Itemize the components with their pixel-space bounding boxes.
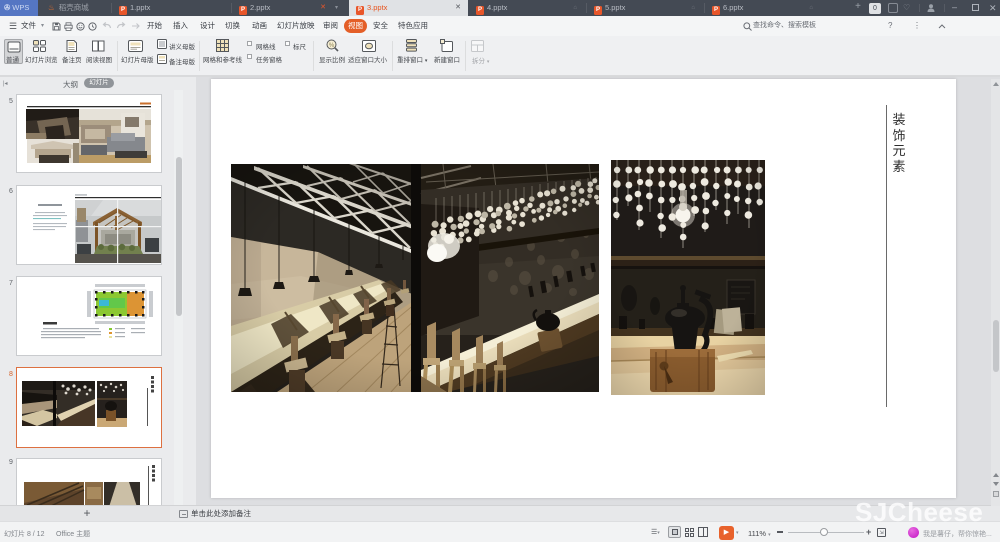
svg-text:%: % — [329, 43, 335, 49]
